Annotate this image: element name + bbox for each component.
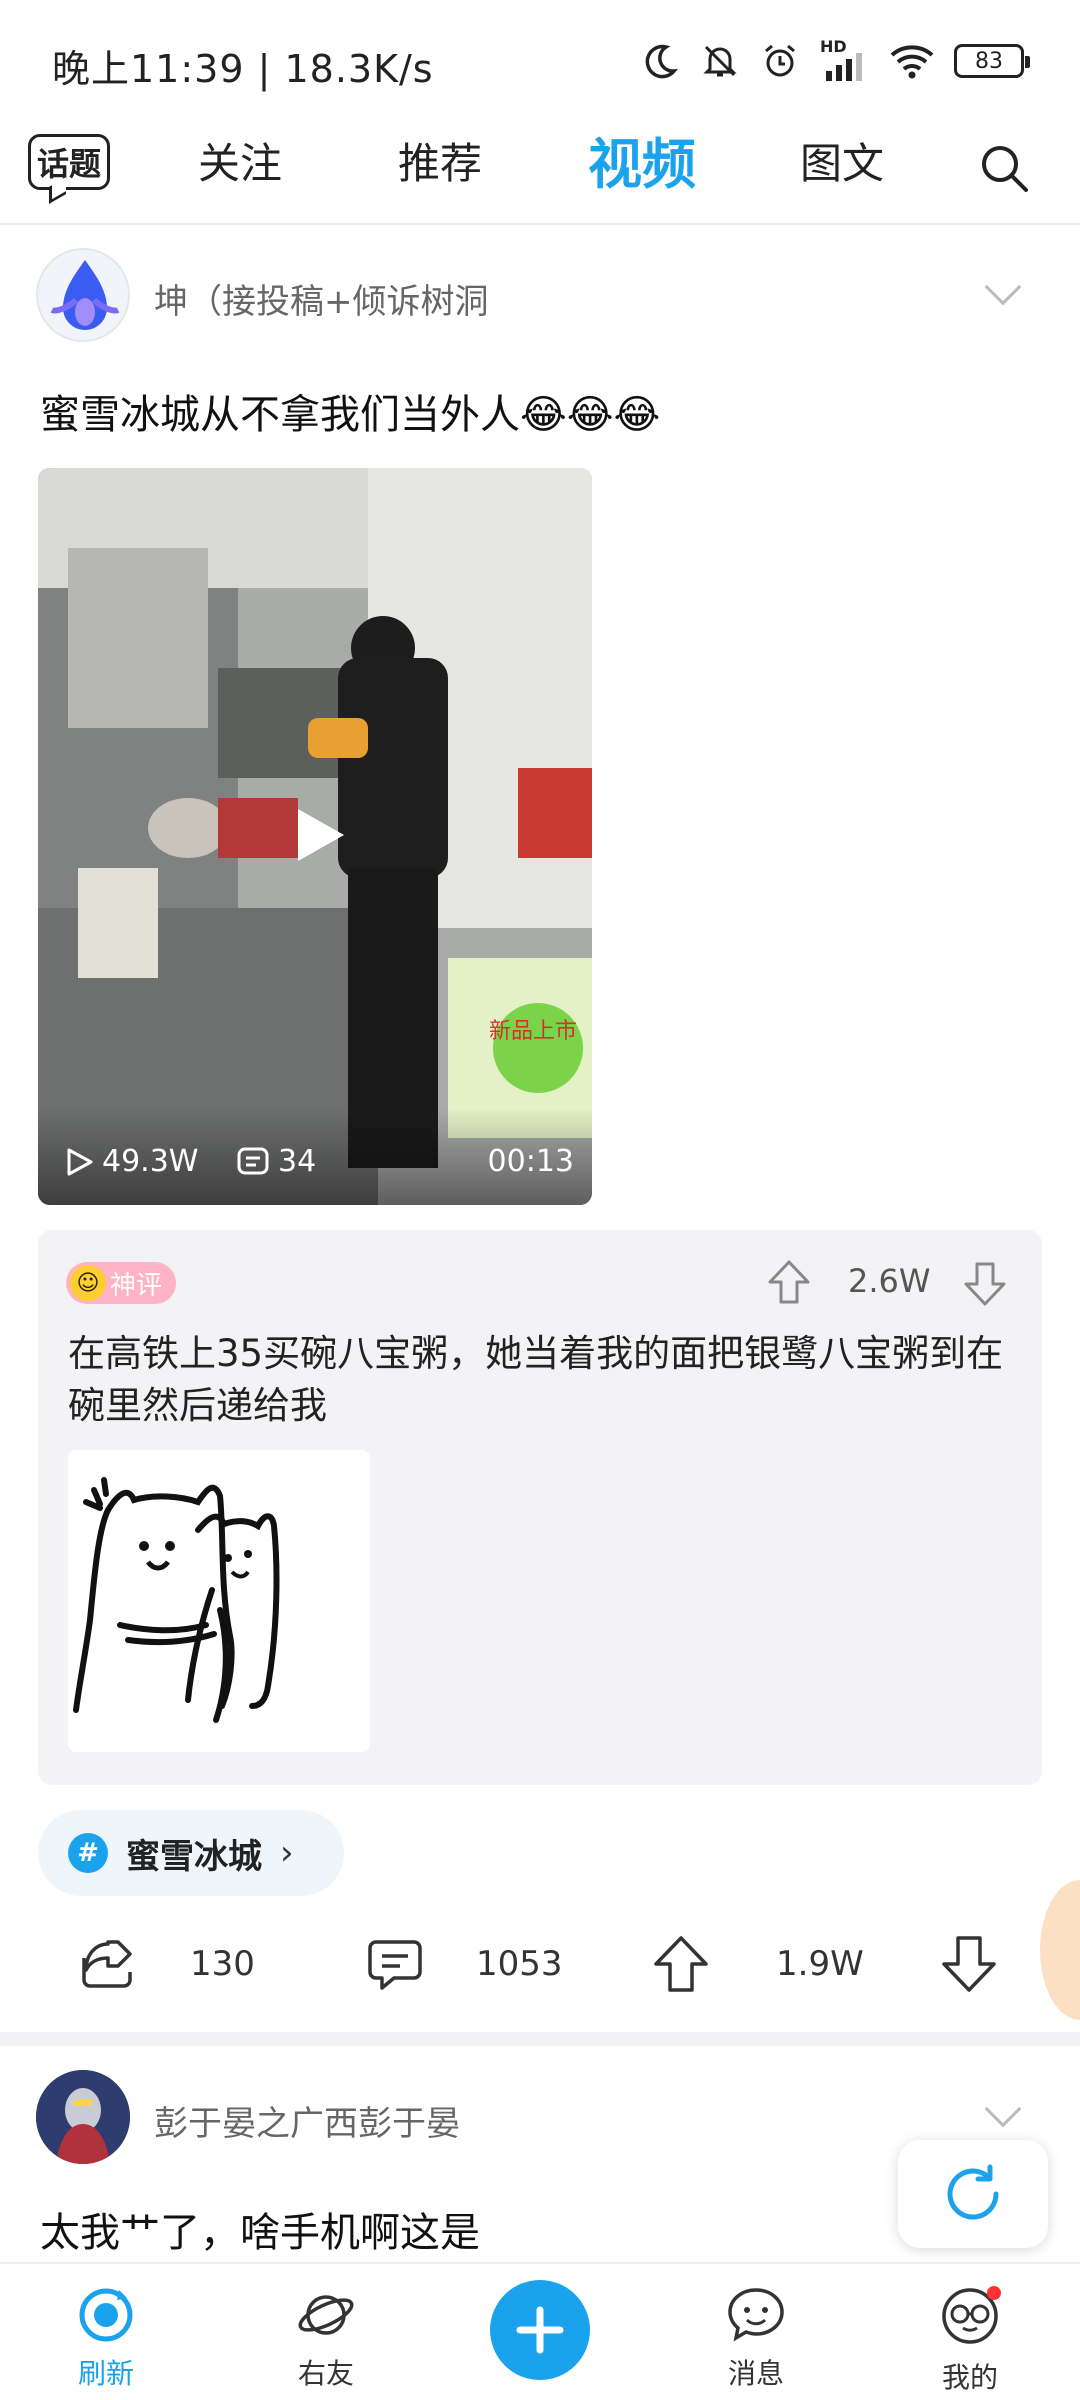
- bottom-nav-label: 消息: [727, 2357, 784, 2390]
- bottom-nav-friends[interactable]: 右友: [256, 2264, 396, 2400]
- video-play-count: 49.3W: [62, 1144, 198, 1179]
- hashtag-icon: #: [68, 1833, 108, 1873]
- upvote-icon[interactable]: [766, 1258, 812, 1308]
- message-icon: [728, 2288, 784, 2342]
- video-duration: 00:13: [487, 1144, 574, 1179]
- post-title[interactable]: 蜜雪冰城从不拿我们当外人😂😂😂: [40, 382, 660, 440]
- battery-indicator: 83: [954, 44, 1030, 78]
- tab-image-text[interactable]: 图文: [800, 130, 884, 191]
- hot-comment-card[interactable]: ☺ 神评 2.6W 在高铁上35买碗八宝粥，她当着我的面把银鹭八宝粥到在碗里然后…: [38, 1230, 1042, 1785]
- comment-sticker-image[interactable]: [68, 1450, 370, 1752]
- floating-refresh-button[interactable]: [898, 2140, 1048, 2248]
- status-bar: 晚上11:39 | 18.3K/s HD 83: [0, 0, 1080, 110]
- bottom-nav-label: 我的: [941, 2361, 998, 2394]
- play-icon[interactable]: [290, 803, 350, 867]
- post-username[interactable]: 坤（接投稿+倾诉树洞: [154, 274, 489, 323]
- chevron-right-icon: ›: [280, 1833, 294, 1873]
- play-count-value: 49.3W: [102, 1144, 199, 1179]
- top-nav: 话题 关注 推荐 视频 图文: [0, 110, 1080, 225]
- hot-comment-badge: ☺ 神评: [66, 1262, 177, 1304]
- badge-label: 神评: [110, 1270, 163, 1301]
- signal-icon: HD: [820, 37, 870, 81]
- search-icon[interactable]: [978, 142, 1030, 194]
- avatar[interactable]: [36, 2070, 130, 2164]
- play-count-icon: [67, 1148, 93, 1175]
- moon-icon: [645, 44, 678, 79]
- hot-comment-text: 在高铁上35买碗八宝粥，她当着我的面把银鹭八宝粥到在碗里然后递给我: [68, 1332, 1004, 1427]
- post-title[interactable]: 太我艹了，啥手机啊这是: [40, 2200, 480, 2258]
- video-comment-count: 34: [236, 1144, 316, 1179]
- bottom-nav-profile[interactable]: 我的: [900, 2264, 1040, 2400]
- tab-recommend[interactable]: 推荐: [398, 130, 482, 191]
- share-icon[interactable]: [78, 1936, 136, 1990]
- wifi-icon: [890, 45, 934, 79]
- video-player[interactable]: 新品上市 49.3W 34 00:13: [38, 468, 592, 1205]
- tab-video[interactable]: 视频: [588, 120, 696, 199]
- bottom-nav-label: 刷新: [77, 2357, 134, 2390]
- status-time: 晚上11:39 | 18.3K/s: [52, 47, 434, 91]
- upvote-count: 1.9W: [776, 1944, 864, 1984]
- downvote-icon[interactable]: [962, 1258, 1008, 1308]
- topic-tag[interactable]: # 蜜雪冰城 ›: [38, 1810, 344, 1896]
- floating-edge-bubble[interactable]: [1040, 1880, 1080, 2020]
- topic-button[interactable]: 话题: [28, 134, 110, 190]
- plus-icon: [516, 2306, 564, 2354]
- bottom-nav-messages[interactable]: 消息: [686, 2264, 826, 2400]
- chevron-down-icon[interactable]: [984, 268, 1022, 306]
- notification-dot: [987, 2286, 1001, 2300]
- refresh-icon: [947, 2164, 999, 2220]
- video-sign-text: 新品上市: [489, 1019, 577, 1044]
- tab-follow[interactable]: 关注: [198, 130, 282, 191]
- post-divider: [0, 2032, 1080, 2046]
- avatar[interactable]: [36, 248, 130, 342]
- bell-muted-icon: [703, 45, 737, 77]
- comment-icon[interactable]: [366, 1936, 424, 1992]
- bottom-nav-label: 右友: [297, 2357, 354, 2390]
- chevron-down-icon[interactable]: [984, 2090, 1022, 2128]
- upvote-icon[interactable]: [652, 1934, 710, 1994]
- refresh-icon: [79, 2288, 133, 2342]
- post-username[interactable]: 彭于晏之广西彭于晏: [154, 2096, 460, 2145]
- create-post-button[interactable]: [490, 2280, 590, 2380]
- share-count: 130: [190, 1944, 255, 1984]
- comment-upvote-count: 2.6W: [848, 1262, 931, 1300]
- alarm-icon: [765, 44, 795, 77]
- downvote-icon[interactable]: [940, 1934, 998, 1994]
- planet-icon: [298, 2295, 354, 2335]
- status-icons: HD 83: [640, 36, 1030, 86]
- bottom-nav-refresh[interactable]: 刷新: [36, 2264, 176, 2400]
- topic-tag-label: 蜜雪冰城: [126, 1836, 262, 1877]
- smile-icon: ☺: [70, 1265, 106, 1301]
- comment-count-value: 34: [278, 1144, 317, 1179]
- danmaku-icon: [237, 1147, 269, 1174]
- comment-count: 1053: [476, 1944, 563, 1984]
